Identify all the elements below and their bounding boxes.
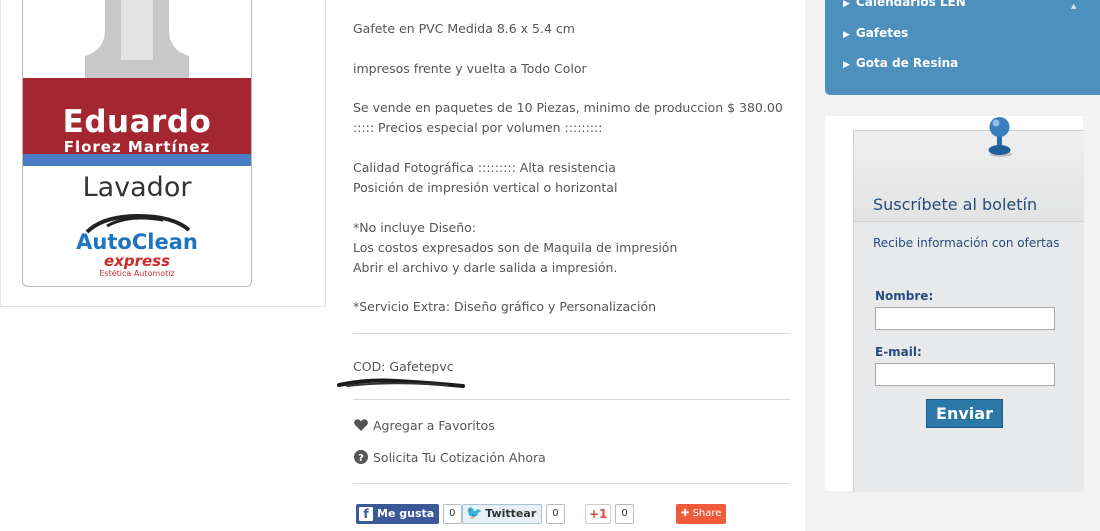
arrow-right-icon: ▶: [843, 60, 850, 70]
menu-item-label: Calendarios LEN: [855, 0, 966, 9]
menu-item-label: Gota de Resina: [855, 56, 959, 70]
google-plus-label: +1: [589, 507, 608, 521]
share-widget: ✚ Share: [676, 503, 727, 525]
description-line: impresos frente y vuelta a Todo Color: [353, 61, 587, 76]
tweet-button[interactable]: 🐦 Twittear: [462, 504, 543, 524]
plus-square-icon: ✚: [681, 508, 690, 519]
add-to-favorites-label: Agregar a Favoritos: [373, 417, 495, 433]
logo-brand-sub: express: [103, 252, 170, 270]
newsletter-subtitle: Recibe información con ofertas: [873, 236, 1060, 250]
description-line: ::::: Precios especial por volumen :::::…: [353, 120, 603, 135]
heart-icon: [354, 419, 368, 431]
divider: [353, 399, 790, 400]
description-line: Gafete en PVC Medida 8.6 x 5.4 cm: [353, 21, 575, 36]
share-label: Share: [692, 508, 722, 519]
product-image-frame[interactable]: Eduardo Florez Martínez Lavador AutoClea…: [0, 0, 326, 307]
scribble-mark: [337, 378, 465, 388]
menu-item-label: Gafetes: [855, 26, 909, 40]
menu-item-gafetes[interactable]: ▶ Gafetes: [843, 26, 908, 40]
facebook-like-label: Me gusta: [377, 507, 435, 520]
description-line: Posición de impresión vertical o horizon…: [353, 180, 618, 195]
description-line: Calidad Fotográfica ::::::::: Alta resis…: [353, 160, 616, 175]
facebook-like-count: 0: [443, 504, 462, 524]
add-to-favorites-link[interactable]: Agregar a Favoritos: [353, 417, 495, 433]
person-silhouette-image: [23, 0, 251, 78]
email-input[interactable]: [875, 363, 1055, 386]
description-line: Se vende en paquetes de 10 Piezas, minim…: [353, 100, 783, 115]
google-plus-one-button[interactable]: +1: [585, 504, 612, 524]
name-input[interactable]: [875, 307, 1055, 330]
menu-item-gota-de-resina[interactable]: ▶ Gota de Resina: [843, 56, 958, 70]
badge-name-band: Eduardo Florez Martínez: [23, 78, 251, 156]
email-label: E-mail:: [875, 345, 922, 359]
facebook-like-button[interactable]: f Me gusta: [356, 504, 440, 524]
subscribe-button[interactable]: Enviar: [926, 399, 1003, 428]
facebook-icon: f: [359, 507, 373, 521]
divider: [353, 333, 790, 334]
badge-first-name: Eduardo: [62, 104, 212, 140]
twitter-widget: 🐦 Twittear 0: [462, 503, 565, 525]
svg-text:?: ?: [358, 453, 364, 464]
category-menu: ▶ Calendarios LEN ▶ Gafetes ▶ Gota de Resin…: [825, 0, 1100, 95]
question-circle-icon: ?: [354, 450, 368, 464]
badge-role: Lavador: [82, 172, 192, 203]
google-plus-count: 0: [615, 504, 634, 524]
description-line: Abrir el archivo y darle salida a impres…: [353, 260, 618, 275]
divider: [353, 483, 790, 484]
description-line: Los costos expresados son de Maquila de …: [353, 240, 678, 255]
facebook-like-widget: f Me gusta 0: [356, 503, 462, 525]
product-image-badge: Eduardo Florez Martínez Lavador AutoClea…: [22, 0, 252, 287]
pushpin-icon: [988, 117, 1012, 157]
tweet-label: Twittear: [485, 507, 537, 520]
logo-brand-tagline: Estética Automotiz: [99, 269, 175, 278]
tweet-count: 0: [546, 504, 565, 524]
scroll-up-icon[interactable]: ▲: [1071, 2, 1076, 10]
menu-item-calendarios[interactable]: ▶ Calendarios LEN: [843, 0, 966, 9]
arrow-right-icon: ▶: [843, 0, 850, 9]
logo-brand-name: AutoClean: [76, 230, 198, 254]
arrow-right-icon: ▶: [843, 30, 850, 40]
gplus-widget: +1 0: [585, 503, 634, 525]
request-quote-label: Solicita Tu Cotización Ahora: [373, 449, 546, 465]
request-quote-link[interactable]: ? Solicita Tu Cotización Ahora: [353, 449, 546, 465]
badge-blue-stripe: [23, 154, 251, 166]
name-label: Nombre:: [875, 289, 934, 303]
twitter-bird-icon: 🐦: [466, 506, 483, 521]
share-button[interactable]: ✚ Share: [676, 504, 727, 524]
product-code: COD: Gafetepvc: [353, 359, 454, 374]
newsletter-title: Suscríbete al boletín: [873, 195, 1038, 214]
description-line: *Servicio Extra: Diseño gráfico y Person…: [353, 299, 657, 314]
description-line: *No incluye Diseño:: [353, 220, 477, 235]
